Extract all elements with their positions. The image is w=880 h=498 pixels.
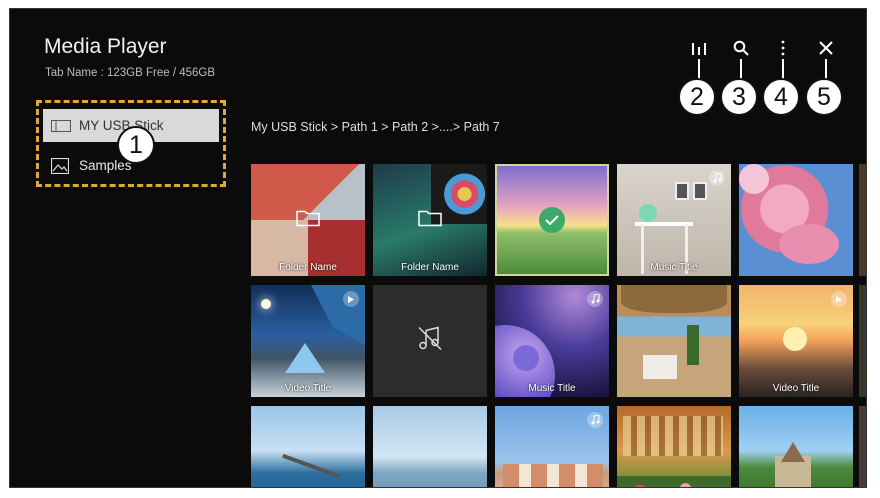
- callout-5: 5: [805, 78, 843, 116]
- callout-3: 3: [720, 78, 758, 116]
- image-tile[interactable]: [739, 164, 853, 276]
- tile-label: Music Title: [528, 383, 576, 394]
- close-icon[interactable]: [815, 37, 837, 59]
- callout-2: 2: [678, 78, 716, 116]
- music-tile[interactable]: Music Title: [495, 285, 609, 397]
- sidebar-item-label: MY USB Stick: [79, 118, 164, 133]
- media-grid: Folder Name Folder Name Music Title Vide…: [251, 164, 866, 487]
- tile-label: Folder Name: [401, 262, 459, 273]
- music-note-icon: [709, 170, 725, 186]
- music-tile[interactable]: [495, 406, 609, 487]
- callout-connector: [825, 59, 827, 79]
- image-tile[interactable]: [251, 406, 365, 487]
- folder-tile[interactable]: Folder Name: [373, 164, 487, 276]
- folder-icon: [418, 209, 442, 232]
- tile-label: Music Title: [650, 262, 698, 273]
- callout-connector: [698, 59, 700, 79]
- breadcrumb[interactable]: My USB Stick > Path 1 > Path 2 >....> Pa…: [251, 120, 500, 134]
- play-icon: [831, 291, 847, 307]
- checkmark-icon: [539, 207, 565, 233]
- storage-info: Tab Name : 123GB Free / 456GB: [45, 67, 216, 79]
- image-tile[interactable]: [373, 406, 487, 487]
- video-tile[interactable]: Video Title: [739, 285, 853, 397]
- music-missing-tile[interactable]: [373, 285, 487, 397]
- music-tile[interactable]: Music Title: [617, 164, 731, 276]
- offscreen-tile: [859, 285, 866, 397]
- music-off-icon: [416, 325, 444, 358]
- image-tile[interactable]: [617, 406, 731, 487]
- tile-label: Folder Name: [279, 262, 337, 273]
- tile-label: Video Title: [772, 383, 820, 394]
- folder-tile[interactable]: Folder Name: [251, 164, 365, 276]
- folder-icon: [296, 209, 320, 232]
- image-tile-selected[interactable]: [495, 164, 609, 276]
- equalizer-icon[interactable]: [688, 37, 710, 59]
- video-tile[interactable]: Video Title: [251, 285, 365, 397]
- sidebar-item-label: Samples: [79, 158, 132, 173]
- offscreen-tile: [859, 164, 866, 276]
- callout-connector: [782, 59, 784, 79]
- music-note-icon: [587, 291, 603, 307]
- tv-screen: Media Player Tab Name : 123GB Free / 456…: [9, 8, 867, 488]
- music-note-icon: [587, 412, 603, 428]
- image-icon: [51, 157, 71, 174]
- image-tile[interactable]: [739, 406, 853, 487]
- image-tile[interactable]: [617, 285, 731, 397]
- callout-4: 4: [762, 78, 800, 116]
- page-title: Media Player: [44, 35, 167, 58]
- callout-connector: [740, 59, 742, 79]
- tile-label: Video Title: [284, 383, 332, 394]
- callout-1: 1: [117, 126, 155, 164]
- play-icon: [343, 291, 359, 307]
- offscreen-tile: [859, 406, 866, 487]
- more-icon[interactable]: [772, 37, 794, 59]
- usb-drive-icon: [51, 118, 71, 134]
- search-icon[interactable]: [730, 37, 752, 59]
